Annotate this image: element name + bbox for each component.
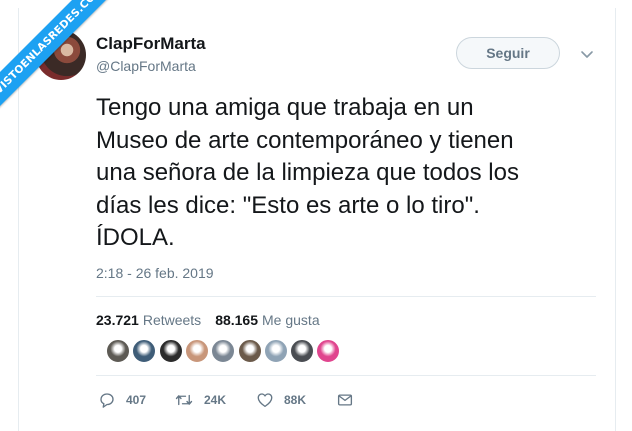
likes-label: Me gusta <box>262 312 320 328</box>
reply-count: 407 <box>126 393 147 407</box>
avatar[interactable] <box>36 30 86 80</box>
retweets-label: Retweets <box>142 312 202 328</box>
tweet-line: días les dice: "Esto es arte o lo tiro". <box>96 191 480 219</box>
user-handle[interactable]: @ClapForMarta <box>96 58 196 74</box>
likes-count: 88.165 <box>215 312 259 328</box>
like-count: 88K <box>284 393 307 407</box>
retweets-stat[interactable]: 23.721 Retweets <box>96 312 201 328</box>
liker-avatar[interactable] <box>263 339 288 363</box>
likes-stat[interactable]: 88.165 Me gusta <box>215 312 319 328</box>
follow-button[interactable]: Seguir <box>456 37 560 69</box>
like-action[interactable]: 88K <box>256 390 306 410</box>
tweet-text: Tengo una amiga que trabaja en un Museo … <box>96 92 606 255</box>
reply-icon <box>100 393 114 408</box>
divider <box>96 375 596 376</box>
liker-avatar[interactable] <box>106 339 130 363</box>
tweet-line: ÍDOLA. <box>96 224 175 251</box>
envelope-icon <box>337 394 353 406</box>
message-action[interactable] <box>336 390 354 410</box>
heart-icon <box>257 393 273 408</box>
liker-avatar[interactable] <box>184 339 209 363</box>
display-name[interactable]: ClapForMarta <box>96 34 206 54</box>
tweet-timestamp[interactable]: 2:18 - 26 feb. 2019 <box>96 265 214 281</box>
chevron-down-icon[interactable] <box>580 47 594 61</box>
retweet-icon <box>175 394 193 406</box>
retweets-count: 23.721 <box>96 312 139 328</box>
tweet-line: una señora de la limpieza que todos los <box>96 159 519 186</box>
tweet-stats: 23.721 Retweets 88.165 Me gusta <box>96 312 320 328</box>
tweet-line: Museo de arte contemporáneo y tienen <box>96 126 514 154</box>
retweet-action[interactable]: 24K <box>174 390 226 410</box>
divider <box>96 296 596 297</box>
liker-avatar[interactable] <box>290 339 315 363</box>
liker-avatar[interactable] <box>237 339 262 363</box>
liker-avatar[interactable] <box>211 339 236 363</box>
tweet-line: Tengo una amiga que trabaja en un <box>96 94 474 121</box>
liker-avatar[interactable] <box>158 339 183 363</box>
retweet-count: 24K <box>204 393 227 407</box>
reply-action[interactable]: 407 <box>98 390 146 410</box>
